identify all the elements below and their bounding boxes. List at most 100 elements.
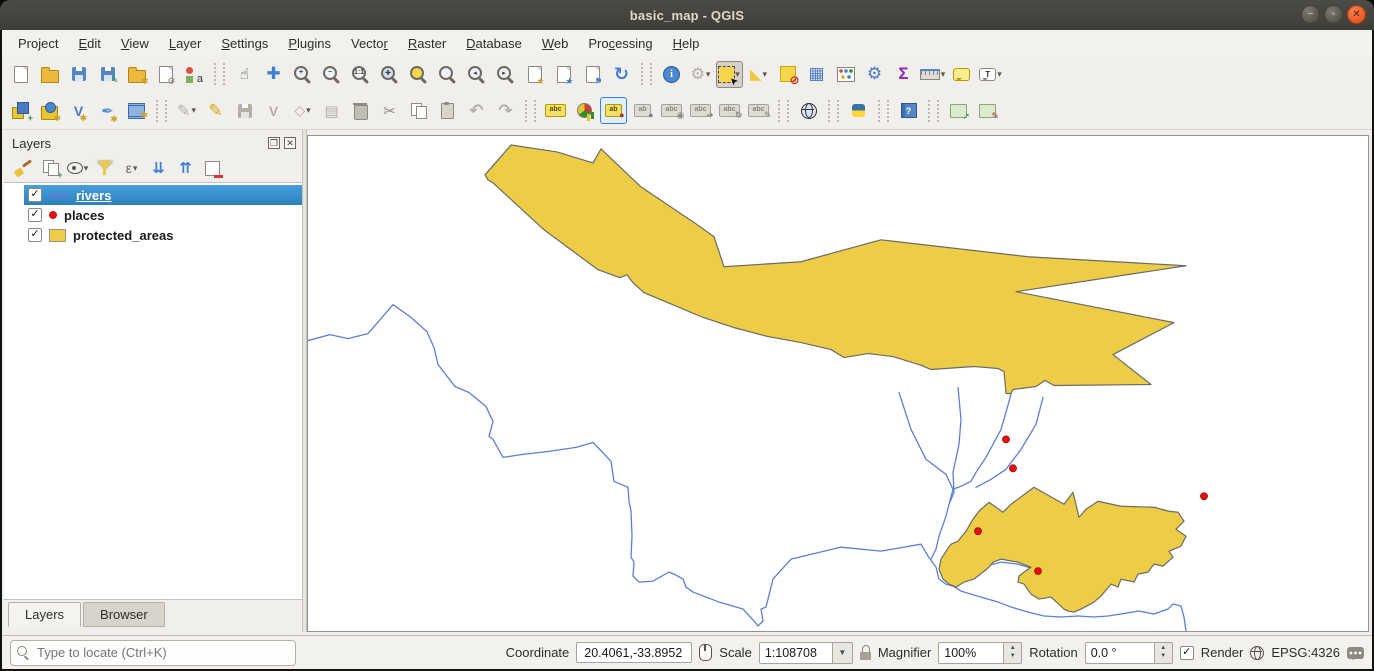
filter-legend-by-expression-dropdown[interactable]: ▾: [133, 163, 138, 174]
magnifier-spinbox[interactable]: 100% ▲▼: [938, 642, 1022, 664]
help-contents-button[interactable]: ?: [895, 97, 922, 124]
expand-all-button[interactable]: ⇊: [146, 156, 171, 180]
select-features-button[interactable]: ▾: [716, 61, 743, 88]
vertex-tool-button[interactable]: ◇▾: [289, 97, 316, 124]
run-feature-action-dropdown[interactable]: ▾: [706, 69, 711, 80]
save-project-button[interactable]: [65, 61, 92, 88]
menu-processing[interactable]: Processing: [578, 32, 662, 55]
menu-raster[interactable]: Raster: [398, 32, 456, 55]
change-label-properties-button[interactable]: abc✎: [745, 97, 772, 124]
menu-web[interactable]: Web: [532, 32, 579, 55]
copy-features-button[interactable]: [405, 97, 432, 124]
open-layer-styling-button[interactable]: [11, 156, 36, 180]
zoom-out-button[interactable]: −: [318, 61, 345, 88]
current-edits-button[interactable]: ✎▾: [173, 97, 200, 124]
metasearch-catalog-button[interactable]: [795, 97, 822, 124]
locate-box[interactable]: [10, 640, 296, 666]
coordinate-field[interactable]: [576, 642, 692, 663]
text-annotation-dropdown[interactable]: ▾: [997, 69, 1002, 80]
map-tips-button[interactable]: [948, 61, 975, 88]
new-project-button[interactable]: [7, 61, 34, 88]
menu-edit[interactable]: Edit: [68, 32, 110, 55]
lock-icon[interactable]: [860, 645, 871, 660]
layer-name[interactable]: protected_areas: [73, 228, 173, 243]
style-manager-button[interactable]: a: [181, 61, 208, 88]
save-project-as-button[interactable]: ✎: [94, 61, 121, 88]
close-button[interactable]: ✕: [1347, 5, 1366, 24]
menu-project[interactable]: Project: [8, 32, 68, 55]
paste-features-button[interactable]: [434, 97, 461, 124]
menu-plugins[interactable]: Plugins: [278, 32, 341, 55]
current-edits-dropdown[interactable]: ▾: [191, 105, 196, 116]
pan-map-button[interactable]: ☝: [231, 61, 258, 88]
layer-diagram-options-button[interactable]: [571, 97, 598, 124]
remove-layer-button[interactable]: [200, 156, 225, 180]
layer-row-protected_areas[interactable]: ✓protected_areas: [24, 225, 302, 245]
show-spatial-bookmarks-button[interactable]: ★: [550, 61, 577, 88]
new-geopackage-layer-button[interactable]: ✱: [36, 97, 63, 124]
layer-row-rivers[interactable]: ✓ rivers: [24, 185, 302, 205]
save-layer-edits-button[interactable]: [231, 97, 258, 124]
undo-button[interactable]: ↶: [463, 97, 490, 124]
coordinate-input[interactable]: [582, 645, 686, 661]
select-features-by-value-button[interactable]: ◣▾: [745, 61, 772, 88]
manage-map-themes-button[interactable]: ▾: [65, 156, 90, 180]
georeferencer-plugin-button[interactable]: ✎: [974, 97, 1001, 124]
layer-labeling-options-button[interactable]: abc: [542, 97, 569, 124]
highlight-pinned-labels-button[interactable]: ab●: [600, 97, 627, 124]
chevron-down-icon[interactable]: ▼: [833, 642, 853, 664]
crs-label[interactable]: EPSG:4326: [1271, 645, 1340, 660]
layer-name[interactable]: rivers: [76, 188, 111, 203]
map-canvas[interactable]: [307, 135, 1369, 632]
python-console-button[interactable]: [845, 97, 872, 124]
zoom-full-button[interactable]: ✚: [376, 61, 403, 88]
grass-plugin-button[interactable]: ➚: [945, 97, 972, 124]
zoom-to-selection-button[interactable]: [405, 61, 432, 88]
maximize-button[interactable]: ▫: [1324, 5, 1343, 24]
pin-unpin-labels-button[interactable]: ab●: [629, 97, 656, 124]
vertex-tool-dropdown[interactable]: ▾: [306, 105, 311, 116]
add-feature-button[interactable]: V: [260, 97, 287, 124]
spin-arrows-icon[interactable]: ▲▼: [1004, 642, 1022, 664]
layer-checkbox[interactable]: ✓: [28, 188, 42, 202]
menu-layer[interactable]: Layer: [159, 32, 212, 55]
show-statistics-button[interactable]: Σ: [890, 61, 917, 88]
toggle-editing-button[interactable]: ✎: [202, 97, 229, 124]
menu-help[interactable]: Help: [663, 32, 710, 55]
menu-database[interactable]: Database: [456, 32, 532, 55]
layer-name[interactable]: places: [64, 208, 104, 223]
add-group-button[interactable]: +: [38, 156, 63, 180]
filter-legend-button[interactable]: [92, 156, 117, 180]
menu-settings[interactable]: Settings: [211, 32, 278, 55]
new-print-layout-button[interactable]: ✱: [123, 61, 150, 88]
layer-checkbox[interactable]: ✓: [28, 208, 42, 222]
modify-attributes-button[interactable]: ▤: [318, 97, 345, 124]
crs-globe-icon[interactable]: [1250, 646, 1264, 660]
show-hide-labels-button[interactable]: abc◉: [658, 97, 685, 124]
menu-view[interactable]: View: [111, 32, 159, 55]
rotation-spinbox[interactable]: 0.0 ° ▲▼: [1085, 642, 1173, 664]
open-project-button[interactable]: [36, 61, 63, 88]
messages-icon[interactable]: [1347, 647, 1364, 659]
show-layout-manager-button[interactable]: ⚙: [152, 61, 179, 88]
refresh-map-button[interactable]: ↻: [608, 61, 635, 88]
options-gear-button[interactable]: ⚙: [861, 61, 888, 88]
redo-button[interactable]: ↷: [492, 97, 519, 124]
spin-arrows-icon[interactable]: ▲▼: [1155, 642, 1173, 664]
panel-float-icon[interactable]: ❐: [268, 137, 280, 149]
cut-features-button[interactable]: ✂: [376, 97, 403, 124]
layer-row-places[interactable]: ✓ places: [24, 205, 302, 225]
open-data-source-manager-button[interactable]: +: [7, 97, 34, 124]
zoom-native-button[interactable]: 1:1: [347, 61, 374, 88]
new-virtual-layer-button[interactable]: ✒✱: [94, 97, 121, 124]
render-checkbox[interactable]: ✓: [1180, 646, 1194, 660]
measure-line-dropdown[interactable]: ▾: [941, 69, 946, 80]
tab-browser[interactable]: Browser: [83, 602, 165, 627]
measure-line-button[interactable]: ▾: [919, 61, 946, 88]
minimize-button[interactable]: −: [1301, 5, 1320, 24]
statistical-summary-button[interactable]: [832, 61, 859, 88]
locate-input[interactable]: [35, 644, 289, 661]
panel-close-icon[interactable]: ✕: [284, 137, 296, 149]
new-shapefile-layer-button[interactable]: V✱: [65, 97, 92, 124]
deselect-features-button[interactable]: ⊘: [774, 61, 801, 88]
